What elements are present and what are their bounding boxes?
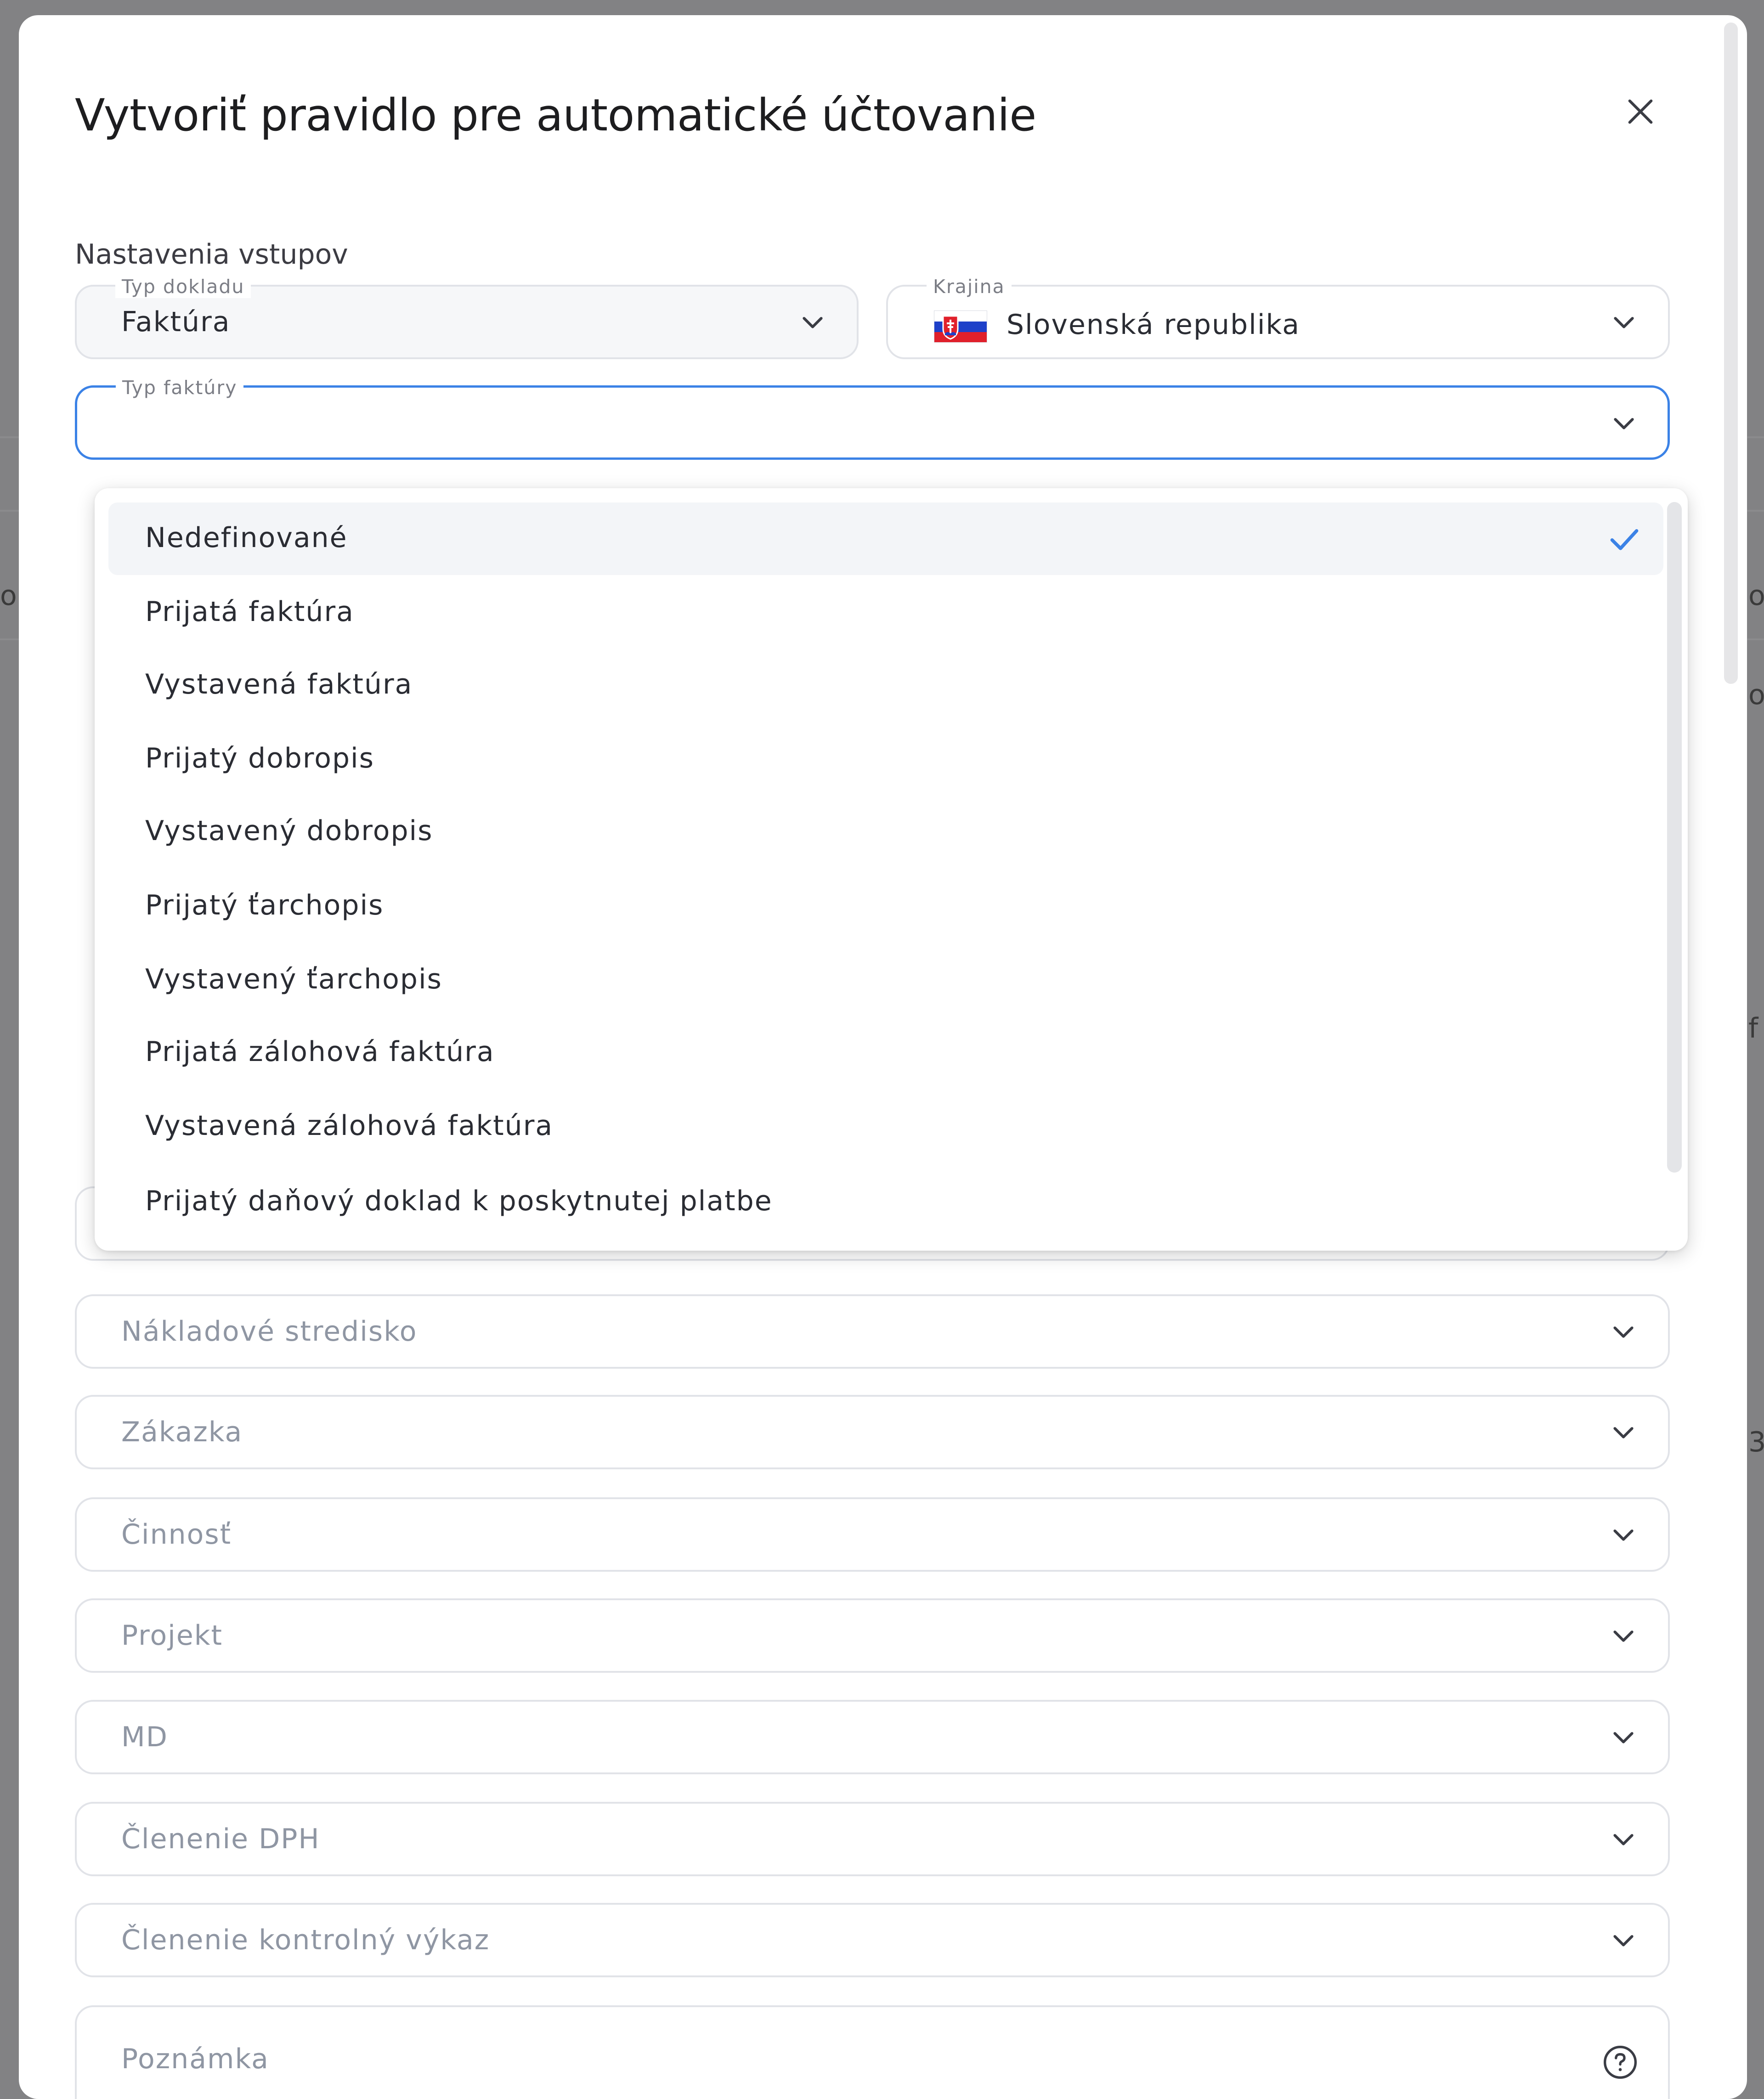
chevron-down-icon bbox=[1613, 1631, 1634, 1642]
chevron-down-icon bbox=[1613, 1732, 1634, 1744]
note-textarea[interactable]: Poznámka bbox=[75, 2005, 1670, 2099]
project-placeholder: Projekt bbox=[121, 1619, 223, 1652]
control-statement-placeholder: Členenie kontrolný výkaz bbox=[121, 1924, 490, 1956]
country-legend: Krajina bbox=[927, 275, 1012, 298]
check-icon bbox=[1610, 529, 1639, 550]
cost-center-placeholder: Nákladové stredisko bbox=[121, 1315, 418, 1348]
chevron-down-icon bbox=[1614, 317, 1634, 328]
dropdown-option-received-invoice[interactable]: Prijatá faktúra bbox=[108, 576, 1663, 649]
modal-title: Vytvoriť pravidlo pre automatické účtova… bbox=[75, 90, 1036, 141]
order-placeholder: Zákazka bbox=[121, 1416, 243, 1448]
chevron-down-icon bbox=[1613, 1529, 1634, 1541]
dropdown-option-received-credit-note[interactable]: Prijatý dobropis bbox=[108, 723, 1663, 796]
chevron-down-icon bbox=[1613, 1326, 1634, 1338]
document-type-legend: Typ dokladu bbox=[115, 275, 251, 298]
chevron-down-icon bbox=[1613, 1935, 1634, 1947]
dropdown-option-received-debit-note[interactable]: Prijatý ťarchopis bbox=[108, 870, 1663, 942]
dropdown-option-label: Prijatý ťarchopis bbox=[145, 889, 384, 921]
dropdown-option-label: Vystavená faktúra bbox=[145, 668, 413, 700]
document-type-select[interactable]: Typ dokladu Faktúra bbox=[75, 275, 859, 359]
section-label-input-settings: Nastavenia vstupov bbox=[75, 238, 348, 271]
cost-center-select[interactable]: Nákladové stredisko bbox=[75, 1294, 1670, 1369]
md-placeholder: MD bbox=[121, 1721, 168, 1753]
dropdown-option-issued-advance-invoice[interactable]: Vystavená zálohová faktúra bbox=[108, 1090, 1663, 1163]
modal-scrollbar-thumb[interactable] bbox=[1724, 23, 1738, 684]
background-text: 3 bbox=[1748, 1426, 1764, 1458]
help-icon[interactable] bbox=[1602, 2044, 1639, 2081]
control-statement-select[interactable]: Členenie kontrolný výkaz bbox=[75, 1903, 1670, 1977]
document-type-value: Faktúra bbox=[121, 306, 231, 338]
dropdown-option-label: Vystavená zálohová faktúra bbox=[145, 1110, 554, 1142]
background-text: oz bbox=[1748, 580, 1764, 612]
dropdown-option-undefined[interactable]: Nedefinované bbox=[108, 502, 1663, 575]
activity-select[interactable]: Činnosť bbox=[75, 1497, 1670, 1572]
dropdown-scrollbar-thumb[interactable] bbox=[1667, 502, 1682, 1173]
invoice-type-dropdown: Nedefinované Prijatá faktúra Vystavená f… bbox=[95, 488, 1688, 1251]
country-select[interactable]: Krajina Slovenská republika bbox=[886, 275, 1670, 359]
dropdown-option-label: Prijatý daňový doklad k poskytnutej plat… bbox=[145, 1185, 773, 1217]
activity-placeholder: Činnosť bbox=[121, 1518, 232, 1551]
dropdown-option-label: Prijatá faktúra bbox=[145, 596, 354, 628]
dropdown-option-received-tax-document[interactable]: Prijatý daňový doklad k poskytnutej plat… bbox=[108, 1166, 1663, 1238]
dropdown-option-label: Nedefinované bbox=[145, 522, 348, 554]
invoice-type-select[interactable]: Typ faktúry bbox=[75, 376, 1670, 460]
dropdown-option-label: Vystavený dobropis bbox=[145, 815, 433, 847]
background-text: f bbox=[1748, 1012, 1758, 1044]
background-text: oc bbox=[1748, 679, 1764, 711]
chevron-down-icon bbox=[1614, 418, 1634, 429]
vat-breakdown-select[interactable]: Členenie DPH bbox=[75, 1802, 1670, 1876]
slovakia-flag-icon bbox=[934, 310, 987, 343]
order-select[interactable]: Zákazka bbox=[75, 1395, 1670, 1469]
invoice-type-legend: Typ faktúry bbox=[116, 376, 244, 399]
close-button[interactable] bbox=[1613, 84, 1668, 139]
dropdown-option-issued-debit-note[interactable]: Vystavený ťarchopis bbox=[108, 944, 1663, 1016]
chevron-down-icon bbox=[1613, 1834, 1634, 1845]
vat-breakdown-placeholder: Členenie DPH bbox=[121, 1823, 320, 1855]
dropdown-option-issued-credit-note[interactable]: Vystavený dobropis bbox=[108, 796, 1663, 868]
dropdown-option-label: Prijatá zálohová faktúra bbox=[145, 1036, 495, 1068]
note-placeholder: Poznámka bbox=[121, 2043, 269, 2075]
dropdown-option-issued-invoice[interactable]: Vystavená faktúra bbox=[108, 649, 1663, 722]
create-rule-modal: Vytvoriť pravidlo pre automatické účtova… bbox=[19, 15, 1747, 2099]
dropdown-option-received-advance-invoice[interactable]: Prijatá zálohová faktúra bbox=[108, 1016, 1663, 1089]
project-select[interactable]: Projekt bbox=[75, 1598, 1670, 1673]
dropdown-option-label: Prijatý dobropis bbox=[145, 742, 374, 774]
close-icon bbox=[1628, 99, 1653, 124]
md-select[interactable]: MD bbox=[75, 1700, 1670, 1774]
country-value: Slovenská republika bbox=[1006, 309, 1300, 341]
dropdown-option-label: Vystavený ťarchopis bbox=[145, 963, 442, 995]
chevron-down-icon bbox=[803, 317, 823, 328]
chevron-down-icon bbox=[1613, 1427, 1634, 1439]
